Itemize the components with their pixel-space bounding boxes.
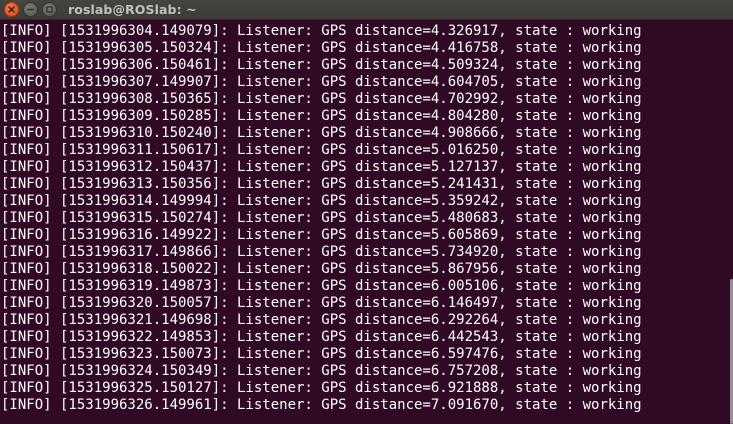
terminal-line: [INFO] [1531996311.150617]: Listener: GP… <box>1 142 642 158</box>
terminal-line: [INFO] [1531996317.149866]: Listener: GP… <box>1 244 642 260</box>
terminal-line: [INFO] [1531996319.149873]: Listener: GP… <box>1 278 642 294</box>
terminal-line: [INFO] [1531996304.149079]: Listener: GP… <box>1 23 642 39</box>
window-title: roslab@ROSlab: ~ <box>68 2 197 17</box>
maximize-button[interactable] <box>42 2 57 17</box>
terminal-line: [INFO] [1531996318.150022]: Listener: GP… <box>1 261 642 277</box>
terminal-line: [INFO] [1531996313.150356]: Listener: GP… <box>1 176 642 192</box>
terminal-output[interactable]: [INFO] [1531996304.149079]: Listener: GP… <box>0 20 733 424</box>
minimize-button[interactable] <box>23 2 38 17</box>
minimize-icon <box>27 8 34 11</box>
terminal-line: [INFO] [1531996316.149922]: Listener: GP… <box>1 227 642 243</box>
terminal-line: [INFO] [1531996324.150349]: Listener: GP… <box>1 363 642 379</box>
terminal-line: [INFO] [1531996325.150127]: Listener: GP… <box>1 380 642 396</box>
terminal-line: [INFO] [1531996322.149853]: Listener: GP… <box>1 329 642 345</box>
terminal-line: [INFO] [1531996310.150240]: Listener: GP… <box>1 125 642 141</box>
terminal-line: [INFO] [1531996323.150073]: Listener: GP… <box>1 346 642 362</box>
close-icon <box>8 6 15 13</box>
terminal-window: roslab@ROSlab: ~ [INFO] [1531996304.1490… <box>0 0 733 424</box>
terminal-line: [INFO] [1531996308.150365]: Listener: GP… <box>1 91 642 107</box>
terminal-line: [INFO] [1531996307.149907]: Listener: GP… <box>1 74 642 90</box>
window-controls <box>4 2 66 17</box>
terminal-line: [INFO] [1531996306.150461]: Listener: GP… <box>1 57 642 73</box>
terminal-line: [INFO] [1531996314.149994]: Listener: GP… <box>1 193 642 209</box>
close-button[interactable] <box>4 2 19 17</box>
maximize-icon <box>46 6 53 13</box>
terminal-line: [INFO] [1531996326.149961]: Listener: GP… <box>1 397 642 413</box>
terminal-line: [INFO] [1531996309.150285]: Listener: GP… <box>1 108 642 124</box>
terminal-line: [INFO] [1531996320.150057]: Listener: GP… <box>1 295 642 311</box>
title-bar[interactable]: roslab@ROSlab: ~ <box>0 0 733 20</box>
terminal-line: [INFO] [1531996305.150324]: Listener: GP… <box>1 40 642 56</box>
terminal-line: [INFO] [1531996312.150437]: Listener: GP… <box>1 159 642 175</box>
terminal-line: [INFO] [1531996315.150274]: Listener: GP… <box>1 210 642 226</box>
terminal-line: [INFO] [1531996321.149698]: Listener: GP… <box>1 312 642 328</box>
